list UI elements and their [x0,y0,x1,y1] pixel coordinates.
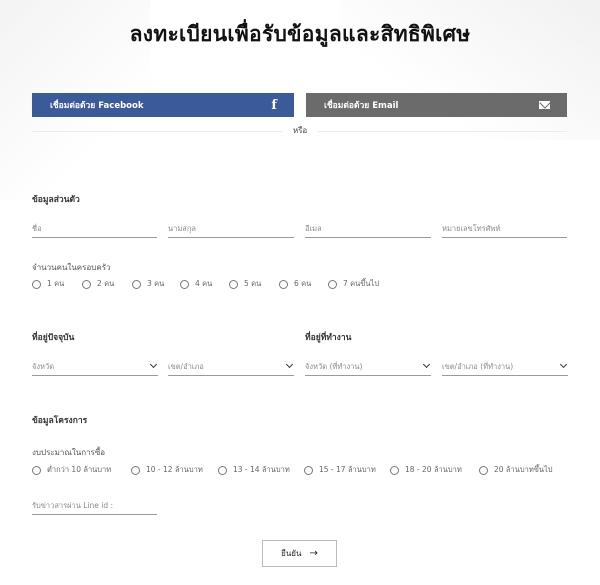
work-province-value: จังหวัด (ที่ทำงาน) [305,362,363,371]
budget-option-18-20m[interactable]: 18 - 20 ล้านบาท [390,464,479,476]
email-connect-button[interactable]: เชื่อมต่อด้วย Email [306,93,567,117]
submit-label: ยืนยัน [281,549,302,558]
household-option-7-plus[interactable]: 7 คนขึ้นไป [328,278,379,290]
household-size-label: จำนวนคนในครอบครัว [32,263,111,272]
household-option-2[interactable]: 2 คน [82,278,132,290]
radio-circle-icon [279,279,288,289]
household-option-1[interactable]: 1 คน [32,278,82,290]
work-address-title: ที่อยู่ที่ทำงาน [305,333,352,343]
radio-circle-icon [180,279,189,289]
radio-circle-icon [82,279,91,289]
chevron-down-icon [285,360,294,369]
radio-circle-icon [390,465,399,475]
budget-label: งบประมาณในการซื้อ [32,448,106,457]
home-district-value: เขต/อำเภอ [168,362,204,371]
personal-section-title: ข้อมูลส่วนตัว [32,195,80,205]
budget-option-13-14m[interactable]: 13 - 14 ล้านบาท [218,464,304,476]
radio-circle-icon [218,465,227,475]
household-option-4[interactable]: 4 คน [180,278,229,290]
work-district-select[interactable]: เขต/อำเภอ (ที่ทำงาน) [442,359,568,376]
radio-circle-icon [328,279,337,289]
or-text: หรือ [282,124,318,137]
home-province-value: จังหวัด [32,362,55,371]
email-field[interactable]: อีเมล [305,221,431,238]
project-section-title: ข้อมูลโครงการ [32,416,88,426]
home-district-select[interactable]: เขต/อำเภอ [168,359,294,376]
work-province-select[interactable]: จังหวัด (ที่ทำงาน) [305,359,431,376]
budget-option-over-20m[interactable]: 20 ล้านบาทขึ้นไป [479,464,553,476]
home-province-select[interactable]: จังหวัด [32,359,158,376]
radio-circle-icon [132,279,141,289]
chevron-down-icon [559,360,568,369]
radio-circle-icon [304,465,313,475]
budget-option-under-10m[interactable]: ต่ำกว่า 10 ล้านบาท [32,464,131,476]
facebook-connect-button[interactable]: เชื่อมต่อด้วย Facebook f [32,93,294,117]
budget-option-10-12m[interactable]: 10 - 12 ล้านบาท [131,464,218,476]
facebook-connect-label: เชื่อมต่อด้วย Facebook [50,101,144,111]
facebook-icon: f [271,97,277,113]
radio-circle-icon [32,279,41,289]
radio-circle-icon [131,465,140,475]
submit-button[interactable]: ยืนยัน → [262,540,337,567]
phone-field[interactable]: หมายเลขโทรศัพท์ [442,221,567,238]
home-address-title: ที่อยู่ปัจจุบัน [32,333,75,343]
chevron-down-icon [149,360,158,369]
chevron-down-icon [422,360,431,369]
radio-circle-icon [229,279,238,289]
household-option-3[interactable]: 3 คน [132,278,180,290]
budget-options: ต่ำกว่า 10 ล้านบาท 10 - 12 ล้านบาท 13 - … [32,464,553,476]
household-option-6[interactable]: 6 คน [279,278,328,290]
household-option-5[interactable]: 5 คน [229,278,279,290]
page-title: ลงทะเบียนเพื่อรับข้อมูลและสิทธิพิเศษ [129,22,471,46]
first-name-field[interactable]: ชื่อ [32,221,157,238]
radio-circle-icon [32,465,41,475]
line-id-field[interactable]: รับข่าวสารผ่าน Line id : [32,498,157,515]
last-name-field[interactable]: นามสกุล [168,221,294,238]
household-size-options: 1 คน 2 คน 3 คน 4 คน 5 คน 6 คน 7 คนขึ้นไป [32,278,379,290]
arrow-right-icon: → [309,547,318,559]
budget-option-15-17m[interactable]: 15 - 17 ล้านบาท [304,464,390,476]
radio-circle-icon [479,465,488,475]
email-connect-label: เชื่อมต่อด้วย Email [324,101,399,111]
mail-icon [539,101,550,109]
work-district-value: เขต/อำเภอ (ที่ทำงาน) [442,362,514,371]
